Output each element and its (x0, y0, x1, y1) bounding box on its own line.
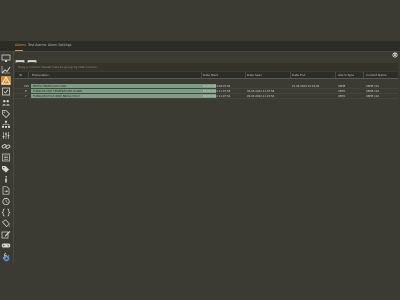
settings-icon[interactable] (3, 247, 10, 262)
column-header-alarm-type[interactable]: Alarm Type (338, 73, 354, 77)
table-header: ID Explanation Date Start Date Seen Date… (15, 72, 398, 79)
row-divider (15, 98, 398, 99)
calendar-icon[interactable] (15, 53, 25, 68)
column-divider[interactable] (335, 72, 336, 78)
group-by-hint: Drag a column header here to group by th… (18, 65, 97, 69)
link-icon[interactable] (1, 142, 11, 151)
file-export-icon[interactable] (1, 186, 11, 195)
tab-alarms[interactable]: Alarms (15, 43, 26, 47)
sliders-icon[interactable] (1, 131, 11, 140)
history-icon[interactable] (1, 197, 11, 206)
monitor-icon[interactable] (1, 54, 11, 63)
checklist-icon[interactable] (1, 87, 11, 96)
chart-icon[interactable] (1, 65, 11, 74)
column-header-date-start[interactable]: Date Start (203, 73, 218, 77)
column-header-date-end[interactable]: Date End (292, 73, 305, 77)
tab-test-alarms[interactable]: Test Alarms (28, 43, 46, 47)
calendar-range-icon[interactable] (27, 53, 37, 68)
edit-icon[interactable] (1, 230, 11, 239)
column-divider[interactable] (363, 72, 364, 78)
column-divider[interactable] (201, 72, 202, 78)
paint-icon[interactable] (1, 219, 11, 228)
app-logo-icon[interactable] (3, 43, 9, 58)
column-divider[interactable] (28, 72, 29, 78)
power-icon[interactable] (392, 43, 398, 58)
left-toolbar (0, 52, 14, 262)
tab-alarm-settings[interactable]: Alarm Settings (48, 43, 71, 47)
sitemap-icon[interactable] (1, 120, 11, 129)
info-icon[interactable] (1, 175, 11, 184)
code-braces-icon[interactable] (1, 208, 11, 217)
tag-icon[interactable] (1, 109, 11, 118)
alarm-warning-icon[interactable] (1, 76, 11, 85)
list-icon[interactable] (1, 153, 11, 162)
search-icon[interactable] (390, 64, 396, 79)
column-divider[interactable] (245, 72, 246, 78)
active-tab-indicator (15, 50, 23, 51)
column-header-id[interactable]: ID (19, 73, 22, 77)
column-divider[interactable] (290, 72, 291, 78)
users-icon[interactable] (1, 98, 11, 107)
column-header-date-seen[interactable]: Date Seen (247, 73, 262, 77)
column-header-contact-name[interactable]: Contact Name (366, 73, 387, 77)
column-header-explanation[interactable]: Explanation (32, 73, 49, 77)
tags-icon[interactable] (1, 164, 11, 173)
